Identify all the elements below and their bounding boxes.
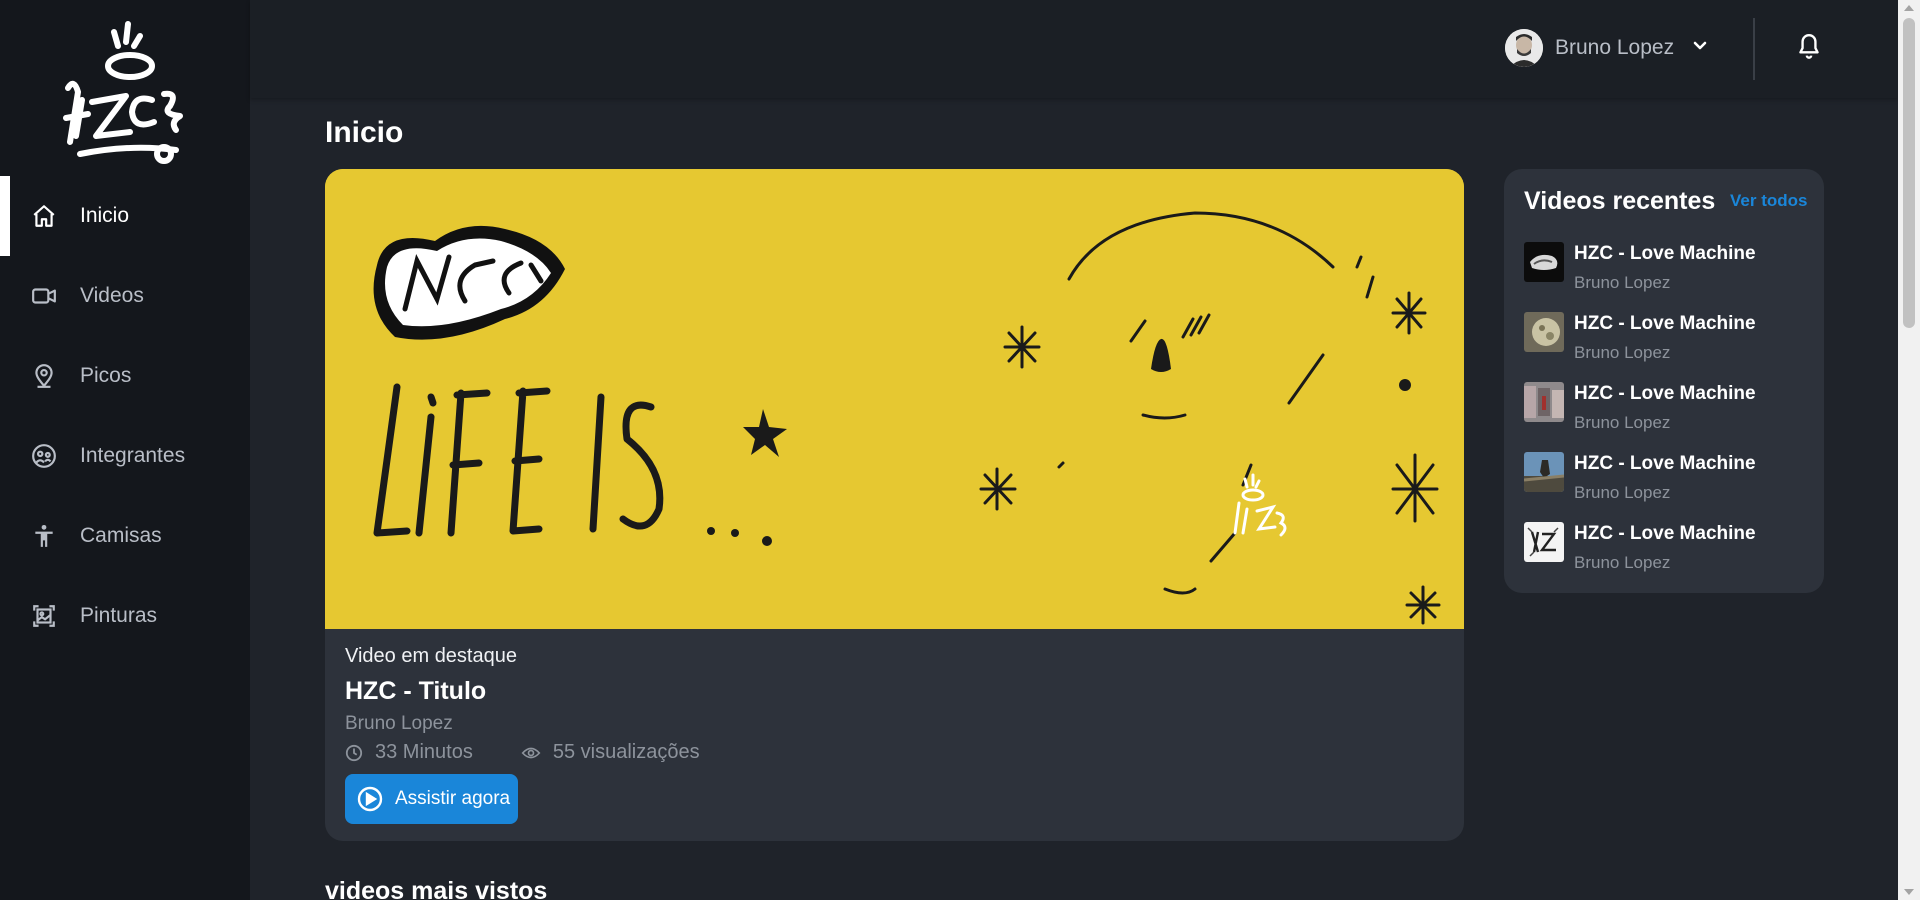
picture-icon: [30, 602, 58, 630]
map-pin-icon: [30, 362, 58, 390]
page-scrollbar[interactable]: [1898, 0, 1920, 900]
video-title: HZC - Love Machine: [1574, 453, 1756, 474]
recent-videos-panel: Videos recentes Ver todos HZC - Love Mac…: [1504, 169, 1824, 593]
person-icon: [30, 522, 58, 550]
sidebar-item-videos[interactable]: Videos: [0, 256, 250, 336]
watch-now-button[interactable]: Assistir agora: [345, 774, 518, 824]
top-bar: Bruno Lopez: [250, 0, 1898, 98]
recent-videos-list: HZC - Love Machine Bruno Lopez HZC - Lov…: [1524, 242, 1756, 592]
scroll-up-arrow-icon[interactable]: [1904, 5, 1914, 11]
scrollbar-thumb[interactable]: [1903, 18, 1915, 328]
sidebar: Inicio Videos Picos Integrantes Camisas: [0, 0, 250, 900]
recent-videos-title: Videos recentes: [1524, 187, 1716, 215]
sidebar-item-picos[interactable]: Picos: [0, 336, 250, 416]
video-title: HZC - Love Machine: [1574, 313, 1756, 334]
home-icon: [30, 202, 58, 230]
bell-icon[interactable]: [1796, 32, 1822, 67]
featured-video-card: Video em destaque HZC - Titulo Bruno Lop…: [325, 169, 1464, 841]
video-author: Bruno Lopez: [1574, 273, 1671, 292]
sidebar-item-label: Camisas: [80, 524, 162, 547]
duration: 33 Minutos: [345, 741, 473, 764]
featured-info: Video em destaque HZC - Titulo Bruno Lop…: [345, 645, 748, 824]
list-item[interactable]: HZC - Love Machine Bruno Lopez: [1524, 522, 1756, 592]
video-thumbnail: [1524, 312, 1564, 352]
featured-thumbnail[interactable]: [325, 169, 1464, 629]
sidebar-item-integrantes[interactable]: Integrantes: [0, 416, 250, 496]
featured-meta: 33 Minutos 55 visualizações: [345, 741, 748, 764]
sidebar-item-label: Integrantes: [80, 444, 186, 467]
video-thumbnail: [1524, 452, 1564, 492]
video-author: Bruno Lopez: [1574, 343, 1671, 362]
sidebar-item-pinturas[interactable]: Pinturas: [0, 576, 250, 656]
avatar[interactable]: [1505, 29, 1543, 67]
most-viewed-title: videos mais vistos: [325, 877, 548, 900]
views-text: 55 visualizações: [552, 741, 700, 763]
featured-kicker: Video em destaque: [345, 645, 517, 667]
list-item[interactable]: HZC - Love Machine Bruno Lopez: [1524, 382, 1756, 452]
scroll-down-arrow-icon[interactable]: [1904, 889, 1914, 895]
sidebar-item-label: Inicio: [80, 204, 130, 227]
header-divider: [1753, 18, 1755, 80]
video-camera-icon: [30, 282, 58, 310]
video-author: Bruno Lopez: [1574, 553, 1671, 572]
eye-icon: [521, 747, 541, 758]
see-all-link[interactable]: Ver todos: [1730, 191, 1807, 211]
duration-text: 33 Minutos: [375, 741, 473, 763]
sidebar-nav: Inicio Videos Picos Integrantes Camisas: [0, 176, 250, 656]
user-name: Bruno Lopez: [1555, 36, 1675, 59]
views: 55 visualizações: [521, 741, 700, 764]
video-thumbnail: [1524, 522, 1564, 562]
play-circle-icon: [357, 786, 383, 812]
list-item[interactable]: HZC - Love Machine Bruno Lopez: [1524, 242, 1756, 312]
people-icon: [30, 442, 58, 470]
video-title: HZC - Love Machine: [1574, 383, 1756, 404]
video-author: Bruno Lopez: [1574, 483, 1671, 502]
page-title: Inicio: [325, 116, 404, 149]
featured-author: Bruno Lopez: [345, 713, 453, 734]
sidebar-item-label: Pinturas: [80, 604, 158, 627]
sidebar-item-camisas[interactable]: Camisas: [0, 496, 250, 576]
clock-icon: [345, 744, 363, 761]
watch-now-label: Assistir agora: [395, 788, 511, 809]
video-author: Bruno Lopez: [1574, 413, 1671, 432]
sidebar-item-inicio[interactable]: Inicio: [0, 176, 250, 256]
video-thumbnail: [1524, 382, 1564, 422]
list-item[interactable]: HZC - Love Machine Bruno Lopez: [1524, 312, 1756, 382]
featured-title[interactable]: HZC - Titulo: [345, 677, 748, 706]
video-title: HZC - Love Machine: [1574, 523, 1756, 544]
list-item[interactable]: HZC - Love Machine Bruno Lopez: [1524, 452, 1756, 522]
video-title: HZC - Love Machine: [1574, 243, 1756, 264]
sidebar-item-label: Picos: [80, 364, 132, 387]
user-menu[interactable]: Bruno Lopez: [1505, 29, 1708, 67]
video-thumbnail: [1524, 242, 1564, 282]
sidebar-item-label: Videos: [80, 284, 144, 307]
hzc-logo[interactable]: [52, 14, 202, 164]
chevron-down-icon[interactable]: [1692, 39, 1708, 57]
